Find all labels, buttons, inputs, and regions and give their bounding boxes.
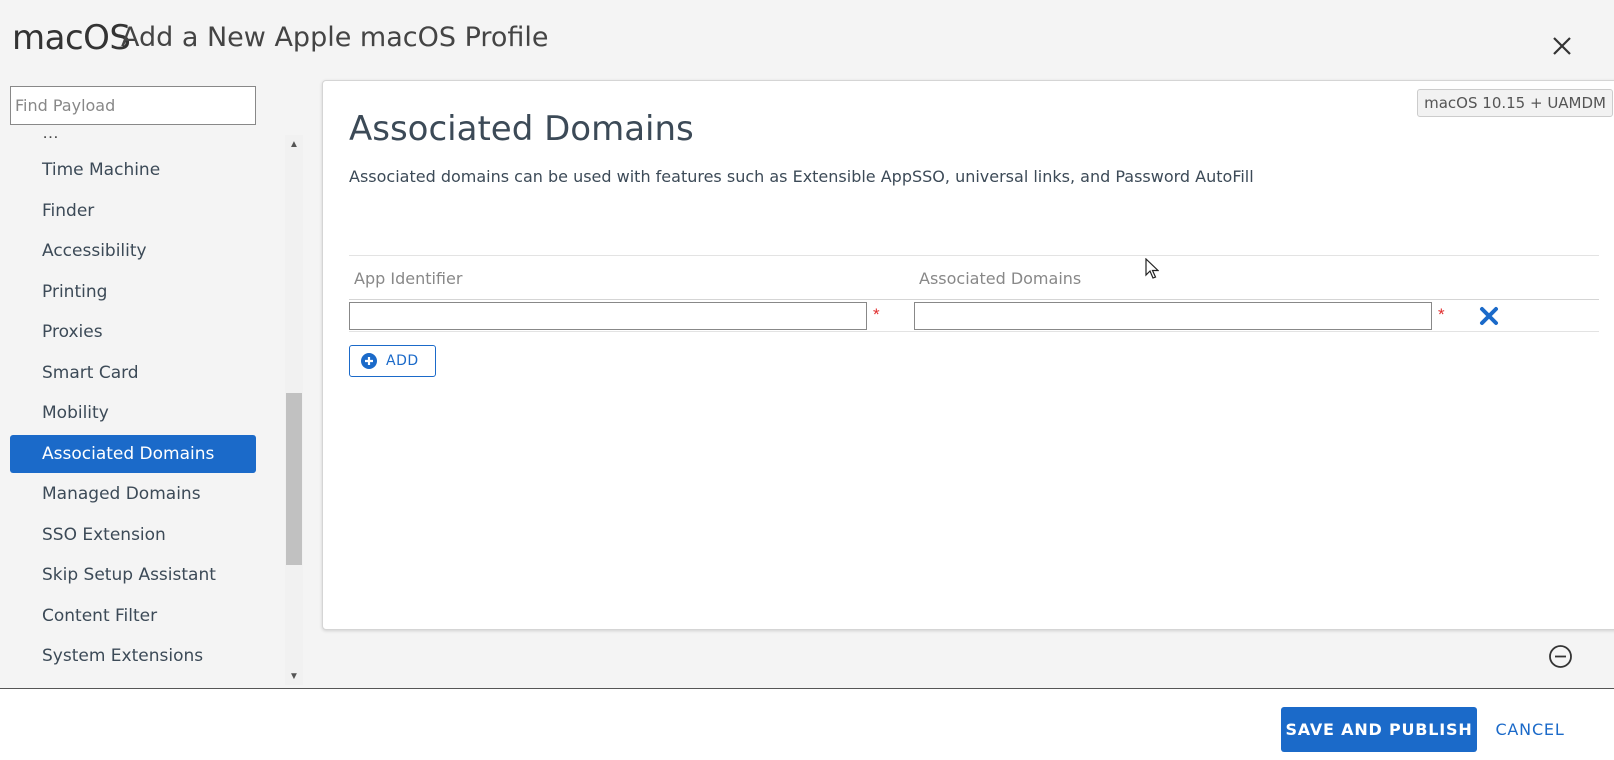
collapse-button[interactable] bbox=[1548, 644, 1573, 669]
sidebar-item-content-filter[interactable]: Content Filter bbox=[10, 597, 256, 635]
scroll-up-arrow-icon[interactable]: ▲ bbox=[285, 135, 303, 153]
sidebar-item-associated-domains[interactable]: Associated Domains bbox=[10, 435, 256, 473]
required-marker: * bbox=[873, 305, 880, 324]
required-marker: * bbox=[1438, 305, 1445, 324]
sidebar-item-skip-setup-assistant[interactable]: Skip Setup Assistant bbox=[10, 556, 256, 594]
minus-circle-icon bbox=[1549, 645, 1572, 668]
sidebar-item-managed-domains[interactable]: Managed Domains bbox=[10, 475, 256, 513]
close-icon bbox=[1553, 37, 1571, 55]
scroll-down-arrow-icon[interactable]: ▼ bbox=[285, 667, 303, 685]
table-divider bbox=[349, 255, 1599, 256]
sidebar-item-sso-extension[interactable]: SSO Extension bbox=[10, 516, 256, 554]
payload-list: … Time Machine Finder Accessibility Prin… bbox=[10, 135, 280, 685]
save-and-publish-button[interactable]: SAVE AND PUBLISH bbox=[1281, 707, 1477, 752]
panel-title: Associated Domains bbox=[349, 109, 694, 149]
add-row-button[interactable]: ADD bbox=[349, 345, 436, 377]
table-header-divider bbox=[349, 299, 1599, 300]
sidebar-item-smart-card[interactable]: Smart Card bbox=[10, 354, 256, 392]
close-button[interactable] bbox=[1548, 32, 1576, 60]
sidebar-item-finder[interactable]: Finder bbox=[10, 192, 256, 230]
find-payload-input[interactable] bbox=[10, 86, 256, 125]
footer-bar: SAVE AND PUBLISH CANCEL bbox=[0, 688, 1614, 760]
row-divider bbox=[349, 331, 1599, 332]
plus-circle-icon bbox=[361, 353, 377, 369]
os-version-badge: macOS 10.15 + UAMDM bbox=[1417, 89, 1613, 117]
page-title: Add a New Apple macOS Profile bbox=[121, 22, 549, 53]
payload-panel: macOS 10.15 + UAMDM Associated Domains A… bbox=[322, 80, 1614, 630]
sidebar-item-mobility[interactable]: Mobility bbox=[10, 394, 256, 432]
remove-row-button[interactable] bbox=[1477, 304, 1501, 328]
associated-domains-input[interactable] bbox=[914, 302, 1432, 330]
add-label: ADD bbox=[386, 353, 419, 369]
sidebar-item-system-extensions[interactable]: System Extensions bbox=[10, 637, 256, 675]
mouse-cursor-icon bbox=[1145, 258, 1159, 279]
sidebar-scrollbar[interactable]: ▲ ▼ bbox=[285, 135, 303, 685]
brand-logo: macOS bbox=[12, 18, 131, 58]
partial-list-item: … bbox=[42, 135, 59, 143]
sidebar-item-time-machine[interactable]: Time Machine bbox=[10, 151, 256, 189]
header: macOS Add a New Apple macOS Profile bbox=[0, 0, 1614, 78]
sidebar-item-proxies[interactable]: Proxies bbox=[10, 313, 256, 351]
app-identifier-input[interactable] bbox=[349, 302, 867, 330]
sidebar-item-accessibility[interactable]: Accessibility bbox=[10, 232, 256, 270]
column-header-associated-domains: Associated Domains bbox=[919, 269, 1082, 288]
scroll-thumb[interactable] bbox=[286, 393, 302, 565]
panel-description: Associated domains can be used with feat… bbox=[349, 167, 1254, 186]
remove-x-icon bbox=[1480, 307, 1498, 325]
column-header-app-identifier: App Identifier bbox=[354, 269, 463, 288]
sidebar-item-printing[interactable]: Printing bbox=[10, 273, 256, 311]
cancel-button[interactable]: CANCEL bbox=[1490, 707, 1570, 752]
